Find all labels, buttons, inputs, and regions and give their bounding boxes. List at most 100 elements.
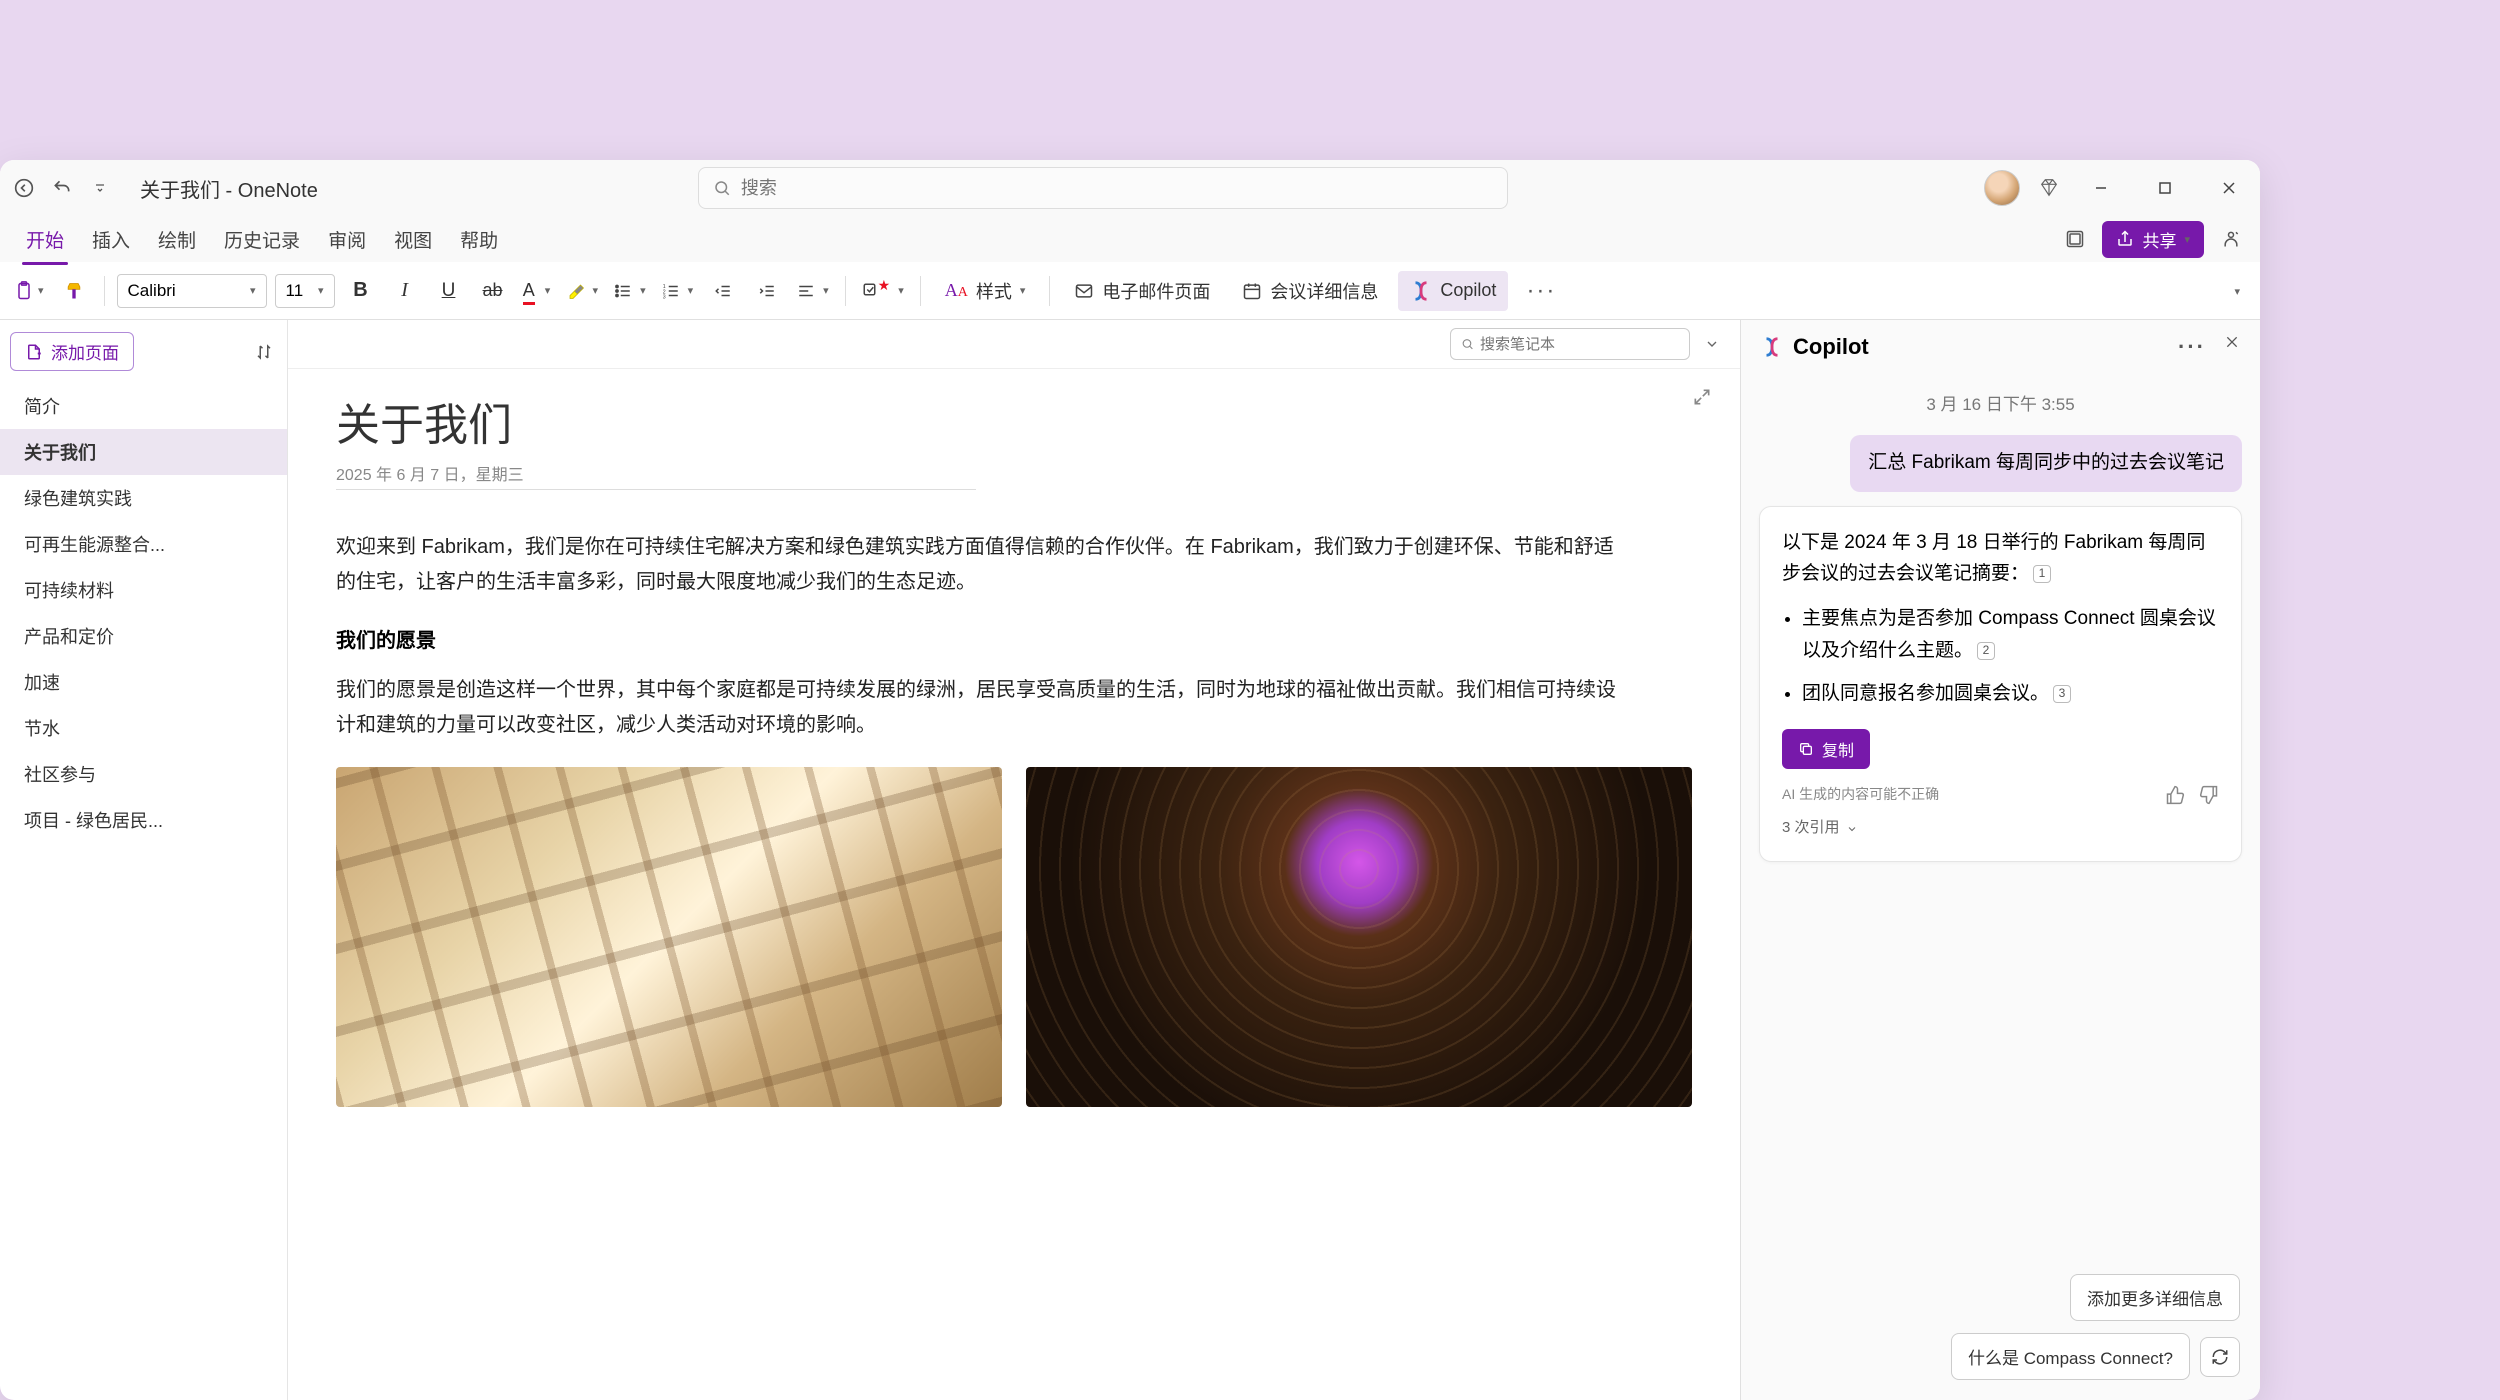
format-painter-button[interactable] xyxy=(56,273,92,309)
bold-button[interactable]: B xyxy=(343,273,379,309)
page-item[interactable]: 可持续材料 xyxy=(0,567,287,613)
intro-paragraph[interactable]: 欢迎来到 Fabrikam，我们是你在可持续住宅解决方案和绿色建筑实践方面值得信… xyxy=(336,530,1616,600)
styles-button[interactable]: AA 样式▾ xyxy=(933,271,1038,311)
vision-paragraph[interactable]: 我们的愿景是创造这样一个世界，其中每个家庭都是可持续发展的绿洲，居民享受高质量的… xyxy=(336,673,1616,743)
window-title: 关于我们 - OneNote xyxy=(140,174,318,203)
search-input[interactable] xyxy=(741,178,1493,199)
ribbon-overflow-button[interactable]: ··· xyxy=(1516,277,1566,305)
menubar: 开始插入绘制历史记录审阅视图帮助 共享 ▾ xyxy=(0,216,2260,262)
copilot-toggle-button[interactable] xyxy=(2214,222,2248,256)
underline-button[interactable]: U xyxy=(431,273,467,309)
thumbs-down-button[interactable] xyxy=(2199,785,2219,805)
profile-avatar[interactable] xyxy=(1984,170,2020,206)
reference-badge[interactable]: 1 xyxy=(2033,565,2051,583)
qat-customize-button[interactable] xyxy=(84,172,116,204)
content-image-1[interactable] xyxy=(336,767,1002,1107)
main-area: 添加页面 简介关于我们绿色建筑实践可再生能源整合...可持续材料产品和定价加速节… xyxy=(0,320,2260,1400)
global-search[interactable] xyxy=(698,167,1508,209)
page-item[interactable]: 加速 xyxy=(0,659,287,705)
share-button[interactable]: 共享 ▾ xyxy=(2102,221,2204,258)
align-button[interactable]: ▾ xyxy=(793,273,833,309)
maximize-button[interactable] xyxy=(2142,168,2188,208)
page-item[interactable]: 关于我们 xyxy=(0,429,287,475)
content-wrap: 关于我们 2025 年 6 月 7 日，星期三 欢迎来到 Fabrikam，我们… xyxy=(288,320,1740,1400)
menu-tab-1[interactable]: 插入 xyxy=(78,218,144,261)
copilot-more-button[interactable]: ··· xyxy=(2178,334,2206,360)
menu-tab-3[interactable]: 历史记录 xyxy=(210,218,314,261)
copilot-icon xyxy=(1761,336,1783,358)
indent-button[interactable] xyxy=(749,273,785,309)
page-sidebar: 添加页面 简介关于我们绿色建筑实践可再生能源整合...可持续材料产品和定价加速节… xyxy=(0,320,288,1400)
copilot-ribbon-button[interactable]: Copilot xyxy=(1398,271,1508,311)
vision-heading[interactable]: 我们的愿景 xyxy=(336,624,1692,653)
refresh-suggestions-button[interactable] xyxy=(2200,1337,2240,1377)
share-label: 共享 xyxy=(2142,227,2176,252)
email-page-button[interactable]: 电子邮件页面 xyxy=(1062,271,1222,311)
premium-icon[interactable] xyxy=(2038,177,2060,199)
font-size-combo[interactable]: 11▾ xyxy=(275,274,335,308)
ribbon-expand-button[interactable]: ▾ xyxy=(2224,282,2250,300)
citations-toggle[interactable]: 3 次引用 xyxy=(1782,816,2219,841)
page-item[interactable]: 可再生能源整合... xyxy=(0,521,287,567)
sort-pages-button[interactable] xyxy=(251,339,277,365)
content-image-2[interactable] xyxy=(1026,767,1692,1107)
menu-tab-6[interactable]: 帮助 xyxy=(446,218,512,261)
ai-disclaimer: AI 生成的内容可能不正确 xyxy=(1782,783,1939,806)
font-name-combo[interactable]: Calibri▾ xyxy=(117,274,267,308)
page-list: 简介关于我们绿色建筑实践可再生能源整合...可持续材料产品和定价加速节水社区参与… xyxy=(0,383,287,1400)
titlebar: 关于我们 - OneNote xyxy=(0,160,2260,216)
menu-tab-5[interactable]: 视图 xyxy=(380,218,446,261)
page-item[interactable]: 节水 xyxy=(0,705,287,751)
chevron-down-icon xyxy=(1846,823,1858,835)
tags-button[interactable]: ★▾ xyxy=(858,273,908,309)
highlight-button[interactable]: ▾ xyxy=(563,273,603,309)
thumbs-up-button[interactable] xyxy=(2165,785,2185,805)
undo-button[interactable] xyxy=(46,172,78,204)
page-content[interactable]: 关于我们 2025 年 6 月 7 日，星期三 欢迎来到 Fabrikam，我们… xyxy=(288,369,1740,1400)
page-item[interactable]: 项目 - 绿色居民... xyxy=(0,797,287,843)
meeting-details-button[interactable]: 会议详细信息 xyxy=(1230,271,1390,311)
close-button[interactable] xyxy=(2206,168,2252,208)
ai-bullet: 团队同意报名参加圆桌会议。3 xyxy=(1802,678,2219,709)
minimize-button[interactable] xyxy=(2078,168,2124,208)
user-message: 汇总 Fabrikam 每周同步中的过去会议笔记 xyxy=(1850,435,2242,492)
calendar-icon xyxy=(1242,281,1262,301)
message-timestamp: 3 月 16 日下午 3:55 xyxy=(1759,390,2242,415)
outdent-button[interactable] xyxy=(705,273,741,309)
notebook-search[interactable] xyxy=(1450,328,1690,360)
copilot-header: Copilot ··· xyxy=(1741,320,2260,374)
copilot-conversation: 3 月 16 日下午 3:55 汇总 Fabrikam 每周同步中的过去会议笔记… xyxy=(1741,374,2260,1262)
menu-tab-2[interactable]: 绘制 xyxy=(144,218,210,261)
numbering-button[interactable]: 123▾ xyxy=(658,273,698,309)
strikethrough-button[interactable]: ab xyxy=(475,273,511,309)
share-icon xyxy=(2116,230,2134,248)
reference-badge[interactable]: 2 xyxy=(1977,642,1995,660)
page-item[interactable]: 社区参与 xyxy=(0,751,287,797)
copy-button[interactable]: 复制 xyxy=(1782,729,1870,769)
italic-button[interactable]: I xyxy=(387,273,423,309)
copy-icon xyxy=(1798,741,1814,757)
menu-tab-0[interactable]: 开始 xyxy=(12,218,78,261)
page-item[interactable]: 产品和定价 xyxy=(0,613,287,659)
notebook-search-input[interactable] xyxy=(1480,336,1679,353)
page-item[interactable]: 绿色建筑实践 xyxy=(0,475,287,521)
chevron-down-icon: ▾ xyxy=(2184,233,2190,246)
paste-button[interactable]: ▾ xyxy=(10,273,48,309)
page-title[interactable]: 关于我们 xyxy=(336,389,1692,453)
reference-badge[interactable]: 3 xyxy=(2053,685,2071,703)
back-button[interactable] xyxy=(8,172,40,204)
menu-tab-4[interactable]: 审阅 xyxy=(314,218,380,261)
add-page-button[interactable]: 添加页面 xyxy=(10,332,134,371)
bullets-button[interactable]: ▾ xyxy=(610,273,650,309)
window-tray-button[interactable] xyxy=(2058,222,2092,256)
search-icon xyxy=(1461,337,1474,351)
expand-page-button[interactable] xyxy=(1692,387,1712,407)
suggestion-chip-1[interactable]: 添加更多详细信息 xyxy=(2070,1274,2240,1321)
suggestion-chip-2[interactable]: 什么是 Compass Connect? xyxy=(1951,1333,2190,1380)
search-icon xyxy=(713,179,731,197)
section-nav-button[interactable] xyxy=(1700,332,1724,356)
ribbon: ▾ Calibri▾ 11▾ B I U ab A▾ ▾ ▾ 123▾ ▾ ★▾… xyxy=(0,262,2260,320)
copilot-close-button[interactable] xyxy=(2224,334,2240,360)
font-color-button[interactable]: A▾ xyxy=(519,273,555,309)
page-item[interactable]: 简介 xyxy=(0,383,287,429)
